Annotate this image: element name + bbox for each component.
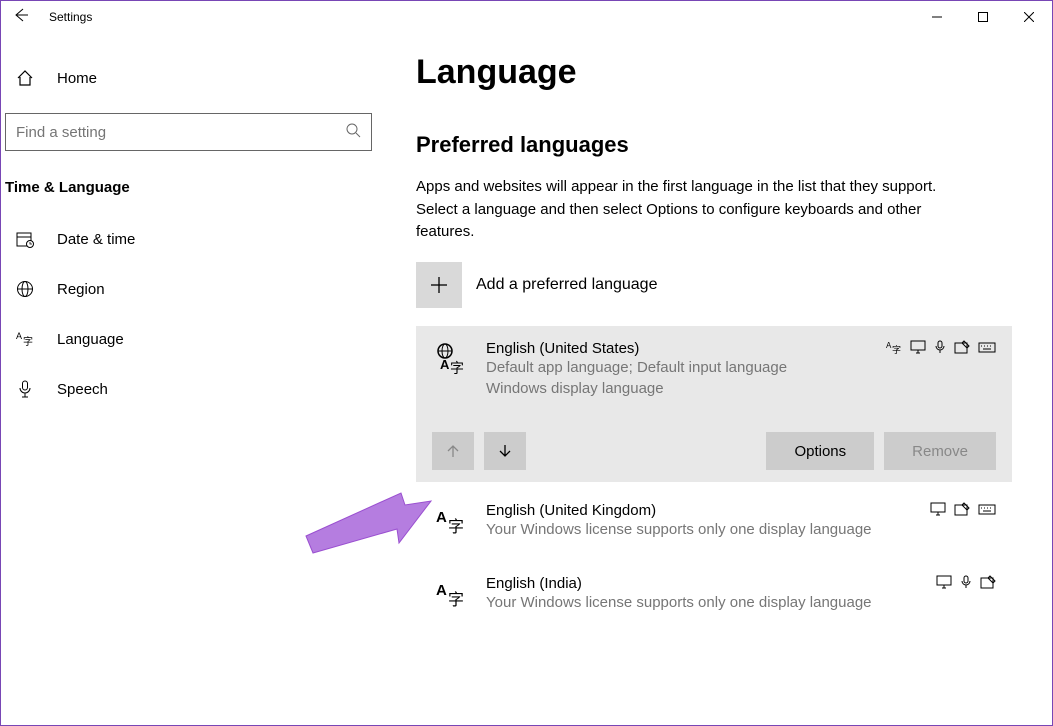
add-language-button[interactable] xyxy=(416,262,462,308)
language-subtitle: Default app language; Default input lang… xyxy=(486,357,868,379)
calendar-clock-icon xyxy=(15,230,35,248)
move-down-button[interactable] xyxy=(484,432,526,470)
language-card[interactable]: A字 English (United Kingdom) Your Windows… xyxy=(416,488,1012,555)
sidebar-home-label: Home xyxy=(57,70,97,87)
language-name: English (India) xyxy=(486,575,918,592)
svg-text:字: 字 xyxy=(450,360,464,376)
sidebar-item-label: Date & time xyxy=(57,231,135,248)
sidebar-item-date-time[interactable]: Date & time xyxy=(1,214,386,264)
arrow-up-icon xyxy=(445,443,461,459)
minimize-icon xyxy=(932,12,942,22)
plus-icon xyxy=(429,275,449,295)
language-name: English (United Kingdom) xyxy=(486,502,912,519)
handwriting-icon xyxy=(954,340,970,357)
back-button[interactable] xyxy=(1,7,41,28)
sidebar-home[interactable]: Home xyxy=(1,53,386,103)
section-heading: Preferred languages xyxy=(416,132,1012,158)
language-subtitle: Your Windows license supports only one d… xyxy=(486,519,912,541)
language-a-icon: A字 xyxy=(15,330,35,348)
language-card-actions: Options Remove xyxy=(432,432,996,482)
language-feature-icons xyxy=(936,575,996,592)
language-feature-icons: A字 xyxy=(886,340,996,357)
svg-text:字: 字 xyxy=(448,591,464,609)
maximize-button[interactable] xyxy=(960,2,1006,32)
handwriting-icon xyxy=(980,575,996,592)
search-input[interactable] xyxy=(16,124,345,141)
main-content: Language Preferred languages Apps and we… xyxy=(386,33,1052,725)
sidebar-item-label: Speech xyxy=(57,381,108,398)
language-card[interactable]: A字 English (India) Your Windows license … xyxy=(416,561,1012,628)
home-icon xyxy=(15,69,35,87)
keyboard-icon xyxy=(978,340,996,357)
globe-icon xyxy=(15,280,35,298)
keyboard-icon xyxy=(978,502,996,519)
window-controls xyxy=(914,2,1052,32)
language-feature-icons xyxy=(930,502,996,519)
display-icon xyxy=(930,502,946,519)
svg-text:字: 字 xyxy=(892,344,901,354)
sidebar-item-speech[interactable]: Speech xyxy=(1,364,386,414)
language-a-icon: A字 xyxy=(432,502,468,538)
sidebar: Home Time & Language Date & time Region … xyxy=(1,33,386,725)
svg-text:A: A xyxy=(436,509,447,526)
svg-text:字: 字 xyxy=(448,518,464,536)
display-icon xyxy=(910,340,926,357)
sidebar-section-heading: Time & Language xyxy=(1,165,386,214)
language-subtitle-2: Windows display language xyxy=(486,378,868,400)
options-button[interactable]: Options xyxy=(766,432,874,470)
add-language-row[interactable]: Add a preferred language xyxy=(416,262,1012,308)
svg-text:A: A xyxy=(436,582,447,599)
move-up-button xyxy=(432,432,474,470)
language-subtitle: Your Windows license supports only one d… xyxy=(486,592,918,614)
close-icon xyxy=(1024,12,1034,22)
speech-icon xyxy=(960,575,972,592)
titlebar: Settings xyxy=(1,1,1052,33)
svg-text:字: 字 xyxy=(23,335,33,348)
handwriting-icon xyxy=(954,502,970,519)
language-globe-a-icon: A字 xyxy=(432,340,468,376)
language-name: English (United States) xyxy=(486,340,868,357)
arrow-down-icon xyxy=(497,443,513,459)
close-button[interactable] xyxy=(1006,2,1052,32)
search-box[interactable] xyxy=(5,113,372,151)
microphone-icon xyxy=(15,380,35,398)
language-a-icon: A字 xyxy=(432,575,468,611)
text-to-speech-a-icon: A字 xyxy=(886,340,902,357)
section-description: Apps and websites will appear in the fir… xyxy=(416,176,956,244)
back-arrow-icon xyxy=(13,7,29,23)
remove-button: Remove xyxy=(884,432,996,470)
sidebar-item-label: Region xyxy=(57,281,105,298)
sidebar-item-label: Language xyxy=(57,331,124,348)
page-title: Language xyxy=(416,53,1012,92)
maximize-icon xyxy=(978,12,988,22)
sidebar-item-region[interactable]: Region xyxy=(1,264,386,314)
svg-text:A: A xyxy=(440,357,450,372)
sidebar-item-language[interactable]: A字 Language xyxy=(1,314,386,364)
search-icon xyxy=(345,122,361,143)
add-language-label: Add a preferred language xyxy=(476,276,657,294)
display-icon xyxy=(936,575,952,592)
speech-icon xyxy=(934,340,946,357)
language-card-selected[interactable]: A字 English (United States) Default app l… xyxy=(416,326,1012,483)
minimize-button[interactable] xyxy=(914,2,960,32)
window-title: Settings xyxy=(49,10,92,24)
svg-text:A: A xyxy=(16,331,22,341)
